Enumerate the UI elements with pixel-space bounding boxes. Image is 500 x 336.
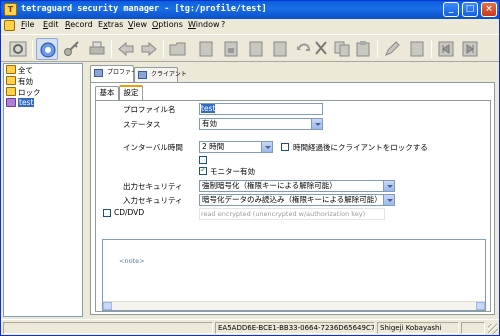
back-icon[interactable] (115, 38, 137, 60)
tab-settings[interactable]: 設定 (119, 85, 143, 101)
profile-icon[interactable] (36, 38, 58, 60)
main-pane: プロファイル クライアント 基本 設定 プロファイル名 test ステータス 有… (88, 63, 499, 317)
edit-icon[interactable] (381, 38, 403, 60)
app-window: T tetraguard security manager - [tg:/pro… (0, 0, 500, 336)
window-title: tetraguard security manager - [tg:/profi… (21, 4, 267, 14)
app-icon[interactable]: T (4, 3, 17, 16)
profile-name-label: プロファイル名 (123, 105, 176, 114)
resize-grip[interactable] (488, 324, 498, 334)
chevron-down-icon[interactable] (383, 195, 394, 205)
unnamed-checkbox[interactable] (199, 156, 207, 164)
menu-help[interactable]: ? (221, 20, 225, 29)
lock-client-checkbox[interactable] (281, 143, 289, 151)
profile-icon (94, 69, 103, 77)
menu-view[interactable]: View (128, 20, 147, 29)
copy-icon[interactable] (331, 38, 353, 60)
input-security-label: 入力セキュリティ (123, 196, 183, 205)
cddvd-checkbox[interactable] (103, 209, 111, 217)
tab-profile[interactable]: プロファイル (90, 65, 143, 82)
menu-window[interactable]: Window (188, 20, 220, 29)
paste-icon[interactable] (352, 38, 374, 60)
profile-sheet: 基本 設定 プロファイル名 test ステータス 有効 インターバル時間 2 時… (90, 82, 495, 315)
cddvd-label[interactable]: CD/DVD (114, 208, 144, 217)
scroll-right-icon[interactable] (476, 302, 485, 310)
export-icon[interactable] (435, 38, 457, 60)
monitor-checkbox[interactable] (199, 165, 207, 175)
cddvd-select: read encrypted (unencrypted w/authorizat… (199, 208, 385, 220)
horizontal-scrollbar[interactable] (103, 301, 485, 310)
settings-panel: プロファイル名 test ステータス 有効 インターバル時間 2 時間 時間経過… (95, 100, 491, 312)
menu-record[interactable]: Record (65, 20, 93, 29)
tree-item-locked[interactable]: ロック (6, 87, 41, 98)
page-icon[interactable] (269, 38, 291, 60)
input-security-select[interactable]: 暗号化データのみ読込み（権限キーによる解除可能） (199, 194, 395, 206)
status-id: EA5ADD6E-BCE1-BB33-0664-7236D65649C7 (215, 322, 375, 334)
tree-item-test[interactable]: test (6, 98, 35, 109)
interval-select[interactable]: 2 時間 (199, 141, 273, 153)
monitor-label[interactable]: モニター有効 (210, 166, 255, 177)
profile-icon (6, 98, 16, 107)
tree-item-all[interactable]: 全て (6, 65, 33, 76)
tab-basic[interactable]: 基本 (95, 86, 119, 100)
document-icon[interactable] (4, 20, 15, 31)
note-area[interactable]: <note> (102, 239, 486, 311)
folder-icon[interactable] (167, 38, 189, 60)
print-icon[interactable] (86, 38, 108, 60)
key-icon[interactable] (61, 38, 83, 60)
maximize-button[interactable]: □ (462, 2, 478, 17)
page-icon[interactable] (195, 38, 217, 60)
folder-icon (6, 87, 16, 96)
chevron-down-icon[interactable] (261, 142, 272, 152)
status-bar: EA5ADD6E-BCE1-BB33-0664-7236D65649C7 Shi… (1, 319, 499, 335)
folder-icon (6, 65, 16, 74)
tab-client[interactable]: クライアント (134, 67, 187, 82)
chevron-down-icon[interactable] (383, 181, 394, 191)
import-icon[interactable] (459, 38, 481, 60)
status-user: Shigeji Kobayashi (377, 322, 459, 334)
status-select[interactable]: 有効 (199, 118, 323, 130)
close-button[interactable]: × (481, 2, 497, 17)
tree-item-enabled[interactable]: 有効 (6, 76, 33, 87)
scroll-left-icon[interactable] (103, 302, 112, 310)
status-extra (461, 322, 485, 334)
status-label: ステータス (123, 120, 161, 129)
page-icon[interactable] (245, 38, 267, 60)
menu-file[interactable]: File (21, 20, 34, 29)
forward-icon[interactable] (138, 38, 160, 60)
lock-client-label[interactable]: 時間経過後にクライアントをロックする (293, 142, 428, 153)
chevron-down-icon[interactable] (311, 119, 322, 129)
folder-icon (6, 76, 16, 85)
delete-icon[interactable] (406, 38, 428, 60)
page-lock-icon[interactable] (220, 38, 242, 60)
minimize-button[interactable]: _ (443, 2, 459, 17)
menu-bar: File Edit Record Extras View Options Win… (1, 19, 499, 33)
interval-label: インターバル時間 (123, 143, 183, 152)
menu-extras[interactable]: Extras (98, 20, 123, 29)
cut-icon[interactable] (310, 38, 332, 60)
settings-icon[interactable] (7, 38, 29, 60)
menu-edit[interactable]: Edit (43, 20, 59, 29)
output-security-label: 出力セキュリティ (123, 182, 183, 191)
output-security-select[interactable]: 強制暗号化（権限キーによる解除可能） (199, 180, 395, 192)
title-bar[interactable]: T tetraguard security manager - [tg:/pro… (1, 1, 499, 19)
note-placeholder: <note> (119, 257, 145, 265)
menu-options[interactable]: Options (152, 20, 183, 29)
profile-name-field[interactable]: test (199, 103, 323, 115)
client-icon (138, 71, 147, 79)
profile-tree[interactable]: 全て 有効 ロック test (3, 63, 83, 317)
status-pane (3, 322, 213, 334)
toolbar (1, 34, 499, 62)
